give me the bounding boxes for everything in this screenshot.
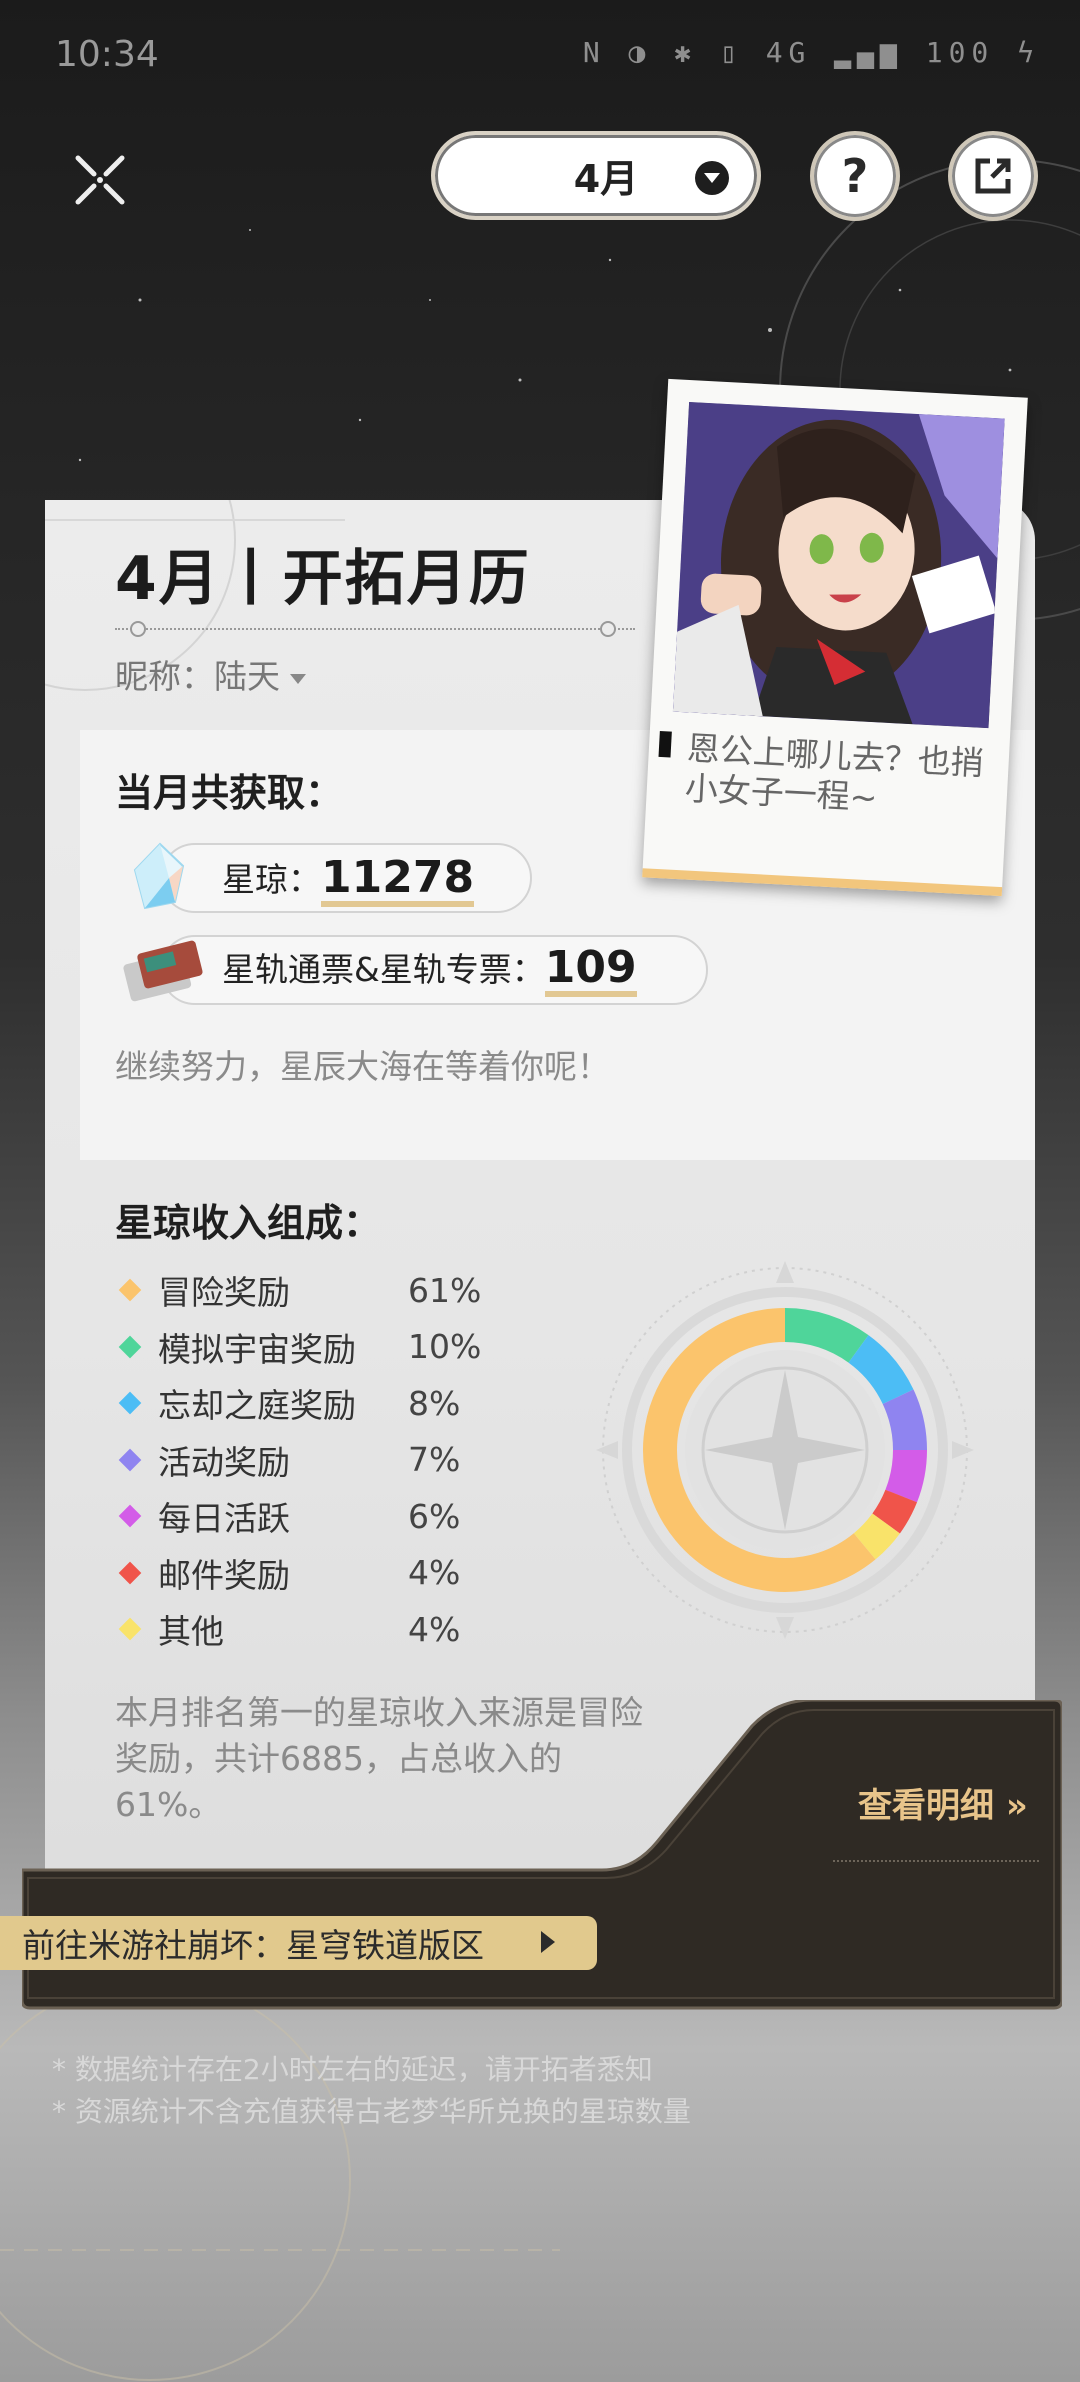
polaroid-caption: 恩公上哪儿去？也捎小女子一程~: [683, 728, 985, 818]
title-divider: [115, 628, 635, 632]
legend-percent: 61%: [408, 1270, 482, 1310]
legend-percent: 4%: [408, 1553, 461, 1592]
pass-value: 109: [544, 945, 637, 997]
pass-row: 星轨通票&星轨专票： 109: [222, 943, 637, 997]
footnote-exclusion: * 资源统计不含充值获得古老梦华所兑换的星琼数量: [52, 2095, 691, 2128]
page-title: 4月丨开拓月历: [115, 544, 531, 614]
status-icons: N ◑ ✱ ▯ 4G ▂▄▆ 100 ϟ: [582, 36, 1040, 69]
legend-item: 其他 4%: [118, 1609, 461, 1651]
stellar-jade-icon: [133, 842, 185, 910]
share-icon: [975, 158, 1011, 194]
details-divider: [833, 1860, 1039, 1863]
legend-diamond-icon: [118, 1278, 142, 1302]
stellar-jade-value: 11278: [321, 855, 475, 907]
legend-name: 冒险奖励: [158, 1273, 290, 1312]
pass-label: 星轨通票&星轨专票：: [222, 950, 545, 989]
legend-diamond-icon: [118, 1561, 142, 1584]
legend-item: 活动奖励 7%: [118, 1440, 461, 1482]
legend-item: 每日活跃 6%: [118, 1496, 461, 1538]
divider-dot: [600, 621, 616, 637]
legend-diamond-icon: [118, 1335, 142, 1358]
play-arrow-icon: [541, 1931, 555, 1953]
stellar-jade-label: 星琼：: [222, 860, 321, 899]
legend-diamond-icon: [118, 1617, 142, 1641]
nickname-label: 昵称：: [115, 657, 214, 696]
summary-heading: 当月共获取：: [115, 771, 344, 815]
star-rail-pass-icon: [123, 940, 203, 1002]
composition-heading: 星琼收入组成：: [115, 1201, 382, 1245]
legend-percent: 10%: [408, 1327, 482, 1366]
close-button[interactable]: [60, 140, 140, 220]
caret-down-icon: [290, 673, 306, 684]
view-details-link[interactable]: 查看明细 »: [858, 1778, 1028, 1827]
community-forum-button[interactable]: 前往米游社崩坏：星穹铁道版区: [0, 1916, 597, 1970]
legend-name: 模拟宇宙奖励: [158, 1329, 356, 1369]
legend-name: 每日活跃: [158, 1499, 290, 1538]
legend-percent: 8%: [408, 1383, 461, 1423]
community-forum-label: 前往米游社崩坏：星穹铁道版区: [22, 1926, 484, 1965]
caption-marker: [658, 730, 672, 758]
status-time: 10:34: [55, 34, 159, 75]
legend-percent: 7%: [408, 1440, 461, 1479]
stellar-jade-row: 星琼： 11278: [222, 853, 475, 907]
legend-diamond-icon: [118, 1391, 142, 1415]
legend-percent: 6%: [408, 1496, 461, 1536]
legend-diamond-icon: [118, 1448, 142, 1471]
legend-diamond-icon: [118, 1504, 142, 1528]
composition-donut-chart: [596, 1261, 974, 1639]
divider-dot: [130, 621, 146, 637]
month-dropdown[interactable]: 4月: [431, 131, 761, 220]
legend-name: 活动奖励: [158, 1442, 290, 1482]
legend-item: 模拟宇宙奖励 10%: [118, 1327, 482, 1369]
share-button[interactable]: [948, 131, 1038, 221]
legend-item: 邮件奖励 4%: [118, 1553, 461, 1595]
encouragement-text: 继续努力，星辰大海在等着你呢！: [115, 1047, 610, 1086]
question-icon: ?: [841, 149, 869, 203]
character-portrait: [672, 402, 1005, 729]
footnote-delay: * 数据统计存在2小时左右的延迟，请开拓者悉知: [52, 2053, 653, 2086]
legend-percent: 4%: [408, 1609, 461, 1649]
legend-item: 忘却之庭奖励 8%: [118, 1383, 461, 1425]
character-polaroid: 恩公上哪儿去？也捎小女子一程~: [642, 378, 1028, 897]
nickname-selector[interactable]: 昵称：陆天: [115, 650, 306, 698]
chevron-down-icon: [695, 161, 729, 195]
nickname-value: 陆天: [214, 657, 280, 696]
month-dropdown-label: 4月: [573, 157, 639, 201]
legend-item: 冒险奖励 61%: [118, 1270, 482, 1312]
legend-name: 忘却之庭奖励: [158, 1386, 356, 1425]
legend-name: 其他: [158, 1612, 224, 1651]
help-button[interactable]: ?: [810, 131, 900, 221]
legend-name: 邮件奖励: [158, 1555, 290, 1595]
close-icon: [75, 155, 125, 205]
